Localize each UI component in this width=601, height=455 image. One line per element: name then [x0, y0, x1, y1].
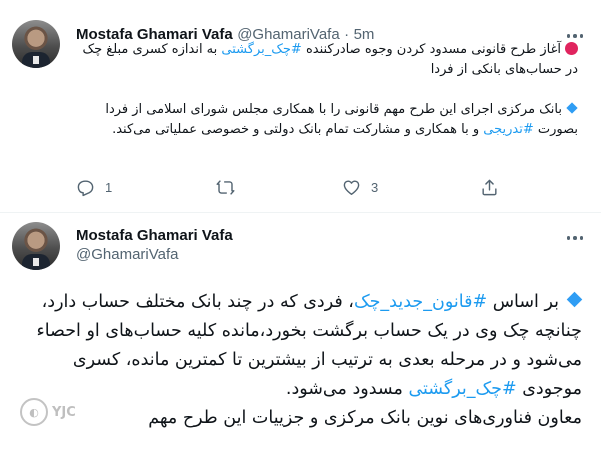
share-button[interactable]	[480, 178, 499, 197]
blue-diamond-emoji-icon	[566, 291, 583, 308]
tweet-divider	[0, 212, 601, 213]
hashtag-link[interactable]: #چک_برگشتی	[221, 42, 301, 57]
reply-button[interactable]: 1	[76, 178, 112, 197]
red-circle-emoji-icon	[565, 42, 578, 55]
like-count: 3	[371, 180, 379, 195]
blue-diamond-emoji-icon	[566, 102, 578, 114]
hashtag-link[interactable]: #تدریجی	[483, 122, 533, 137]
author-name[interactable]: Mostafa Ghamari Vafa	[76, 227, 233, 244]
hashtag-link[interactable]: #چک_برگشتی	[408, 379, 516, 399]
tweet2-text-part3: مسدود می‌شود.	[285, 379, 409, 399]
avatar[interactable]	[12, 20, 60, 68]
tweet2-text-part4: معاون فناوری‌های نوین بانک مرکزی و جزییا…	[148, 408, 582, 428]
author-handle[interactable]: @GhamariVafa	[76, 246, 179, 263]
reply-count: 1	[105, 180, 113, 195]
more-options-icon[interactable]	[563, 228, 587, 248]
share-icon	[482, 179, 497, 196]
tweet-header: Mostafa Ghamari Vafa	[76, 227, 233, 244]
tweet2-text-part1: بر اساس	[487, 292, 559, 312]
avatar-collar	[33, 258, 39, 266]
watermark-text: YJC	[52, 404, 76, 420]
retweet-button[interactable]	[216, 178, 235, 197]
yjc-logo-icon: ◐	[20, 398, 48, 426]
avatar[interactable]	[12, 222, 60, 270]
reply-icon	[77, 180, 94, 197]
avatar-collar	[33, 56, 39, 64]
tweet-handle-row: @GhamariVafa	[76, 246, 179, 263]
hashtag-link[interactable]: #قانون_جدید_چک	[354, 292, 487, 312]
watermark-logo: ◐ YJC	[20, 395, 100, 429]
tweet-text: آغاز طرح قانونی مسدود کردن وجوه صادرکنند…	[76, 40, 578, 140]
like-button[interactable]: 3	[342, 178, 378, 197]
paragraph1-before: آغاز طرح قانونی مسدود کردن وجوه صادرکنند…	[301, 42, 561, 57]
retweet-icon	[216, 180, 235, 195]
heart-icon	[343, 180, 360, 195]
paragraph2-after: و با همکاری و مشارکت تمام بانک دولتی و خ…	[112, 122, 484, 137]
